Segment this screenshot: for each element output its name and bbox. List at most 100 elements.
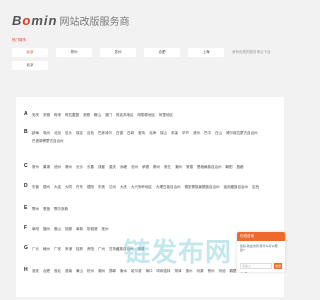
city-link[interactable]: 桂林 bbox=[76, 245, 83, 253]
city-link[interactable]: 杭州 bbox=[87, 267, 94, 275]
city-link[interactable]: 本溪 bbox=[171, 129, 178, 137]
city-link[interactable]: 巴彦淖尔 bbox=[98, 129, 112, 137]
city-link[interactable]: 昌都 bbox=[237, 163, 244, 171]
city-link[interactable]: 蚌埠 bbox=[32, 129, 39, 137]
logo-brand: Bomin bbox=[12, 12, 58, 28]
city-link[interactable]: 大同 bbox=[65, 183, 72, 191]
hot-city-button[interactable]: 北京 bbox=[12, 61, 48, 70]
city-link[interactable]: 定西 bbox=[252, 183, 259, 191]
site-name: 网站改版服务商 bbox=[59, 16, 130, 28]
city-link[interactable]: 鄂尔多斯 bbox=[54, 205, 68, 213]
site-logo[interactable]: Bomin 网站改版服务商 bbox=[12, 13, 129, 28]
city-link[interactable]: 大连 bbox=[54, 183, 61, 191]
city-link[interactable]: 长沙 bbox=[76, 163, 83, 171]
city-link[interactable]: 防城港 bbox=[87, 225, 98, 233]
city-link[interactable]: 德阳 bbox=[87, 183, 94, 191]
city-link[interactable]: 抚顺 bbox=[65, 225, 72, 233]
city-link[interactable]: 阜阳 bbox=[32, 225, 39, 233]
city-link[interactable]: 承德 bbox=[142, 163, 149, 171]
city-link[interactable]: 邯郸 bbox=[109, 267, 116, 275]
city-link[interactable]: 郴州 bbox=[153, 163, 160, 171]
city-link[interactable]: 达州 bbox=[109, 183, 116, 191]
hot-city-button[interactable]: 合肥 bbox=[144, 48, 180, 57]
city-link[interactable]: 长春 bbox=[87, 163, 94, 171]
city-link[interactable]: 巢湖 bbox=[43, 163, 50, 171]
city-link[interactable]: 巴中 bbox=[204, 129, 211, 137]
city-link[interactable]: 迪庆藏族自治州 bbox=[224, 183, 249, 191]
city-link[interactable]: 安庆 bbox=[32, 111, 39, 119]
city-link[interactable]: 德州 bbox=[43, 183, 50, 191]
city-link[interactable]: 赣州 bbox=[43, 245, 50, 253]
city-link[interactable]: 白山 bbox=[215, 129, 222, 137]
hot-city-button[interactable]: 北京 bbox=[12, 48, 48, 57]
city-link[interactable]: 福州 bbox=[43, 225, 50, 233]
city-link[interactable]: 合肥 bbox=[43, 267, 50, 275]
city-link[interactable]: 澳门 bbox=[105, 111, 112, 119]
hot-city-button[interactable]: 苏州 bbox=[100, 48, 136, 57]
city-link[interactable]: 广州 bbox=[98, 245, 105, 253]
city-link[interactable]: 佛山 bbox=[54, 225, 61, 233]
hot-city-button[interactable]: 上海 bbox=[188, 48, 224, 57]
city-link[interactable]: 白城 bbox=[127, 129, 134, 137]
city-link[interactable]: 阿克苏地区 bbox=[116, 111, 134, 119]
city-link[interactable]: 鞍山 bbox=[94, 111, 101, 119]
city-link[interactable]: 淮安 bbox=[32, 267, 39, 275]
city-link[interactable]: 宝鸡 bbox=[138, 129, 145, 137]
city-link[interactable]: 阿里地区 bbox=[159, 111, 173, 119]
city-link[interactable]: 池州 bbox=[54, 163, 61, 171]
city-link[interactable]: 阿坝 bbox=[54, 111, 61, 119]
city-link[interactable]: 东莞 bbox=[98, 183, 105, 191]
city-link[interactable]: 楚雄彝族自治州 bbox=[197, 163, 222, 171]
city-link[interactable]: 阿勒泰地区 bbox=[138, 111, 156, 119]
city-link[interactable]: 黄山 bbox=[76, 267, 83, 275]
city-link[interactable]: 亳州 bbox=[43, 129, 50, 137]
city-link[interactable]: 鄂州 bbox=[32, 205, 39, 213]
city-link[interactable]: 北海 bbox=[149, 129, 156, 137]
city-link[interactable]: 德宏傣族景颇族自治州 bbox=[185, 183, 220, 191]
city-link[interactable]: 包头 bbox=[65, 129, 72, 137]
city-link[interactable]: 广安 bbox=[54, 245, 61, 253]
city-link[interactable]: 常德 bbox=[186, 163, 193, 171]
city-link[interactable]: 北京 bbox=[54, 129, 61, 137]
city-link[interactable]: 沧州 bbox=[131, 163, 138, 171]
city-link[interactable]: 滨州 bbox=[193, 129, 200, 137]
city-link[interactable]: 淮北 bbox=[54, 267, 61, 275]
city-link[interactable]: 安顺 bbox=[83, 111, 90, 119]
city-link[interactable]: 贵阳 bbox=[87, 245, 94, 253]
city-link[interactable]: 抚州 bbox=[102, 225, 109, 233]
city-link[interactable]: 保山 bbox=[160, 129, 167, 137]
city-link[interactable]: 成都 bbox=[98, 163, 105, 171]
city-link[interactable]: 恩施 bbox=[43, 205, 50, 213]
chat-input[interactable]: 请输入 bbox=[240, 263, 272, 269]
city-link[interactable]: 重庆 bbox=[109, 163, 116, 171]
city-link[interactable]: 毕节 bbox=[182, 129, 189, 137]
city-link[interactable]: 滁州 bbox=[65, 163, 72, 171]
letter-row: C 常州 巢湖 池州 滁州 长沙 长春 成都 重庆 赤峰 沧州 承德 郴州 崇左 潮州 常德 楚雄彝族自治州 朝阳… bbox=[24, 163, 276, 171]
city-link[interactable]: 贵港 bbox=[65, 245, 72, 253]
city-link[interactable]: 湖州 bbox=[98, 267, 105, 275]
watermark: 链发布网 bbox=[124, 237, 233, 267]
hot-city-button[interactable]: 郑州 bbox=[56, 48, 92, 57]
city-link[interactable]: 阜新 bbox=[76, 225, 83, 233]
city-link[interactable]: 丹东 bbox=[76, 183, 83, 191]
city-link[interactable]: 淮南 bbox=[65, 267, 72, 275]
chat-header[interactable]: 在线咨询 bbox=[237, 232, 285, 241]
city-link[interactable]: 百色 bbox=[87, 129, 94, 137]
city-link[interactable]: 阿拉善盟 bbox=[65, 111, 79, 119]
city-link[interactable]: 朝阳 bbox=[226, 163, 233, 171]
city-link[interactable]: 白银 bbox=[116, 129, 123, 137]
city-link[interactable]: 潮州 bbox=[175, 163, 182, 171]
city-link[interactable]: 大庆 bbox=[120, 183, 127, 191]
city-link[interactable]: 大兴安岭地区 bbox=[131, 183, 152, 191]
city-link[interactable]: 保定 bbox=[76, 129, 83, 137]
city-link[interactable]: 崇左 bbox=[164, 163, 171, 171]
city-link[interactable]: 巴音郭楞蒙古自治州 bbox=[32, 137, 64, 145]
chat-send-button[interactable]: 发送 bbox=[274, 263, 282, 269]
city-link[interactable]: 常州 bbox=[32, 163, 39, 171]
city-link[interactable]: 东营 bbox=[32, 183, 39, 191]
city-link[interactable]: 安徽 bbox=[43, 111, 50, 119]
city-link[interactable]: 博尔塔拉蒙古自治州 bbox=[226, 129, 258, 137]
city-link[interactable]: 大理白族自治州 bbox=[156, 183, 181, 191]
city-link[interactable]: 广元 bbox=[32, 245, 39, 253]
city-link[interactable]: 赤峰 bbox=[120, 163, 127, 171]
